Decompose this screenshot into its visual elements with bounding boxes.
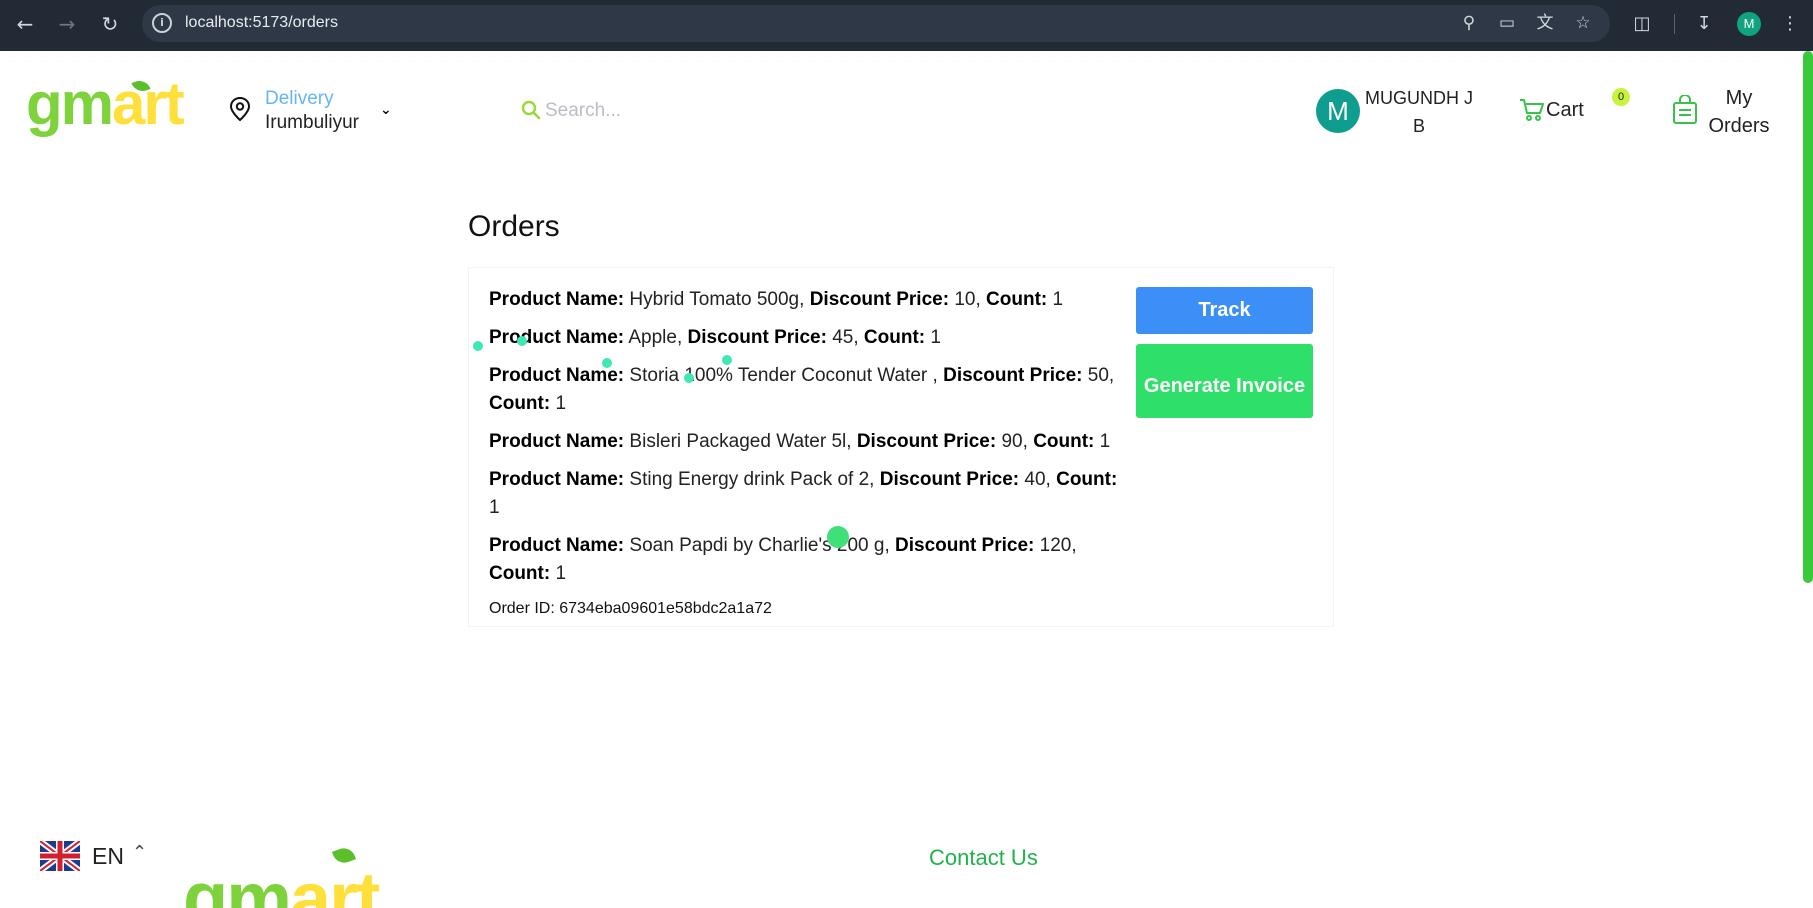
- url-text[interactable]: localhost:5173/orders: [185, 14, 338, 32]
- product-name: Bisleri Packaged Water 5l: [629, 431, 847, 452]
- my-orders-link[interactable]: My Orders: [1700, 84, 1778, 140]
- search-icon: [521, 100, 541, 120]
- install-app-icon[interactable]: ▭: [1496, 12, 1518, 34]
- cursor-trail-dot: [684, 373, 694, 383]
- language-code: EN: [92, 843, 124, 869]
- list-item: Product Name: Hybrid Tomato 500g, Discou…: [489, 289, 1064, 310]
- cart-count-badge: 0: [1612, 88, 1630, 106]
- location-pin-icon: [229, 96, 251, 122]
- back-icon[interactable]: ←: [12, 11, 38, 37]
- list-item: Product Name: Bisleri Packaged Water 5l,…: [489, 431, 1111, 452]
- browser-toolbar: ← → ↻ i localhost:5173/orders ⚲ ▭ 文 ☆ ◫ …: [0, 0, 1813, 51]
- list-item: Product Name: Apple, Discount Price: 45,…: [489, 327, 941, 348]
- cart-icon[interactable]: [1519, 98, 1545, 122]
- product-name: Apple: [628, 327, 677, 348]
- cursor-trail-dot: [827, 526, 849, 548]
- browser-menu-icon[interactable]: ⋮: [1778, 12, 1802, 36]
- delivery-label[interactable]: Delivery: [265, 88, 334, 110]
- address-bar[interactable]: i localhost:5173/orders ⚲ ▭ 文 ☆: [142, 5, 1610, 42]
- page-title: Orders: [468, 210, 560, 243]
- toolbar-separator: [1674, 14, 1675, 34]
- user-avatar[interactable]: M: [1316, 89, 1360, 133]
- order-id: Order ID: 6734eba09601e58bdc2a1a72: [489, 600, 772, 617]
- page-scrollbar[interactable]: [1803, 51, 1813, 583]
- cursor-trail-dot: [722, 355, 732, 365]
- footer-gmart-logo: gmart: [183, 862, 379, 908]
- list-item: Product Name: Soan Papdi by Charlie's 20…: [489, 535, 1077, 584]
- discount-price: 45: [832, 327, 854, 348]
- chevron-down-icon[interactable]: ⌄: [380, 102, 392, 118]
- discount-price: 90: [1001, 431, 1023, 452]
- list-item: Product Name: Storia 100% Tender Coconut…: [489, 365, 1115, 414]
- item-count: 1: [1052, 289, 1064, 310]
- product-name: Hybrid Tomato 500g: [629, 289, 800, 310]
- shopping-bag-icon[interactable]: [1672, 95, 1698, 125]
- language-selector[interactable]: EN ⌃: [40, 838, 160, 874]
- location-icon[interactable]: ⚲: [1458, 12, 1480, 34]
- item-count: 1: [1099, 431, 1111, 452]
- search-input[interactable]: [545, 96, 925, 126]
- extensions-icon[interactable]: ◫: [1630, 12, 1654, 36]
- discount-price: 50: [1087, 365, 1109, 386]
- discount-price: 40: [1024, 469, 1046, 490]
- cursor-trail-dot: [517, 336, 527, 346]
- forward-icon[interactable]: →: [54, 11, 80, 37]
- user-name[interactable]: MUGUNDH J B: [1360, 84, 1478, 140]
- download-icon[interactable]: ↧: [1692, 12, 1716, 36]
- discount-price: 10: [954, 289, 976, 310]
- gmart-logo[interactable]: gmart: [26, 74, 185, 134]
- product-name: Storia 100% Tender Coconut Water: [629, 365, 933, 386]
- uk-flag-icon: [40, 841, 80, 871]
- cart-link[interactable]: Cart: [1546, 99, 1584, 122]
- cursor-trail-dot: [473, 341, 483, 351]
- bookmark-star-icon[interactable]: ☆: [1572, 12, 1594, 34]
- contact-us-heading[interactable]: Contact Us: [929, 845, 1038, 871]
- translate-icon[interactable]: 文: [1534, 12, 1556, 34]
- order-items-list: Product Name: Hybrid Tomato 500g, Discou…: [489, 286, 1129, 598]
- cursor-trail-dot: [602, 358, 612, 368]
- delivery-city[interactable]: Irumbuliyur: [265, 112, 359, 134]
- generate-invoice-button[interactable]: Generate Invoice: [1136, 344, 1313, 418]
- item-count: 1: [555, 563, 567, 584]
- list-item: Product Name: Sting Energy drink Pack of…: [489, 469, 1118, 518]
- chevron-up-icon: ⌃: [132, 842, 148, 863]
- item-count: 1: [555, 393, 567, 414]
- track-button[interactable]: Track: [1136, 287, 1313, 334]
- item-count: 1: [930, 327, 941, 348]
- discount-price: 120: [1039, 535, 1072, 556]
- item-count: 1: [489, 497, 500, 518]
- product-name: Sting Energy drink Pack of 2: [629, 469, 870, 490]
- reload-icon[interactable]: ↻: [97, 11, 123, 37]
- browser-profile-avatar[interactable]: M: [1737, 12, 1761, 36]
- site-info-icon[interactable]: i: [152, 13, 172, 33]
